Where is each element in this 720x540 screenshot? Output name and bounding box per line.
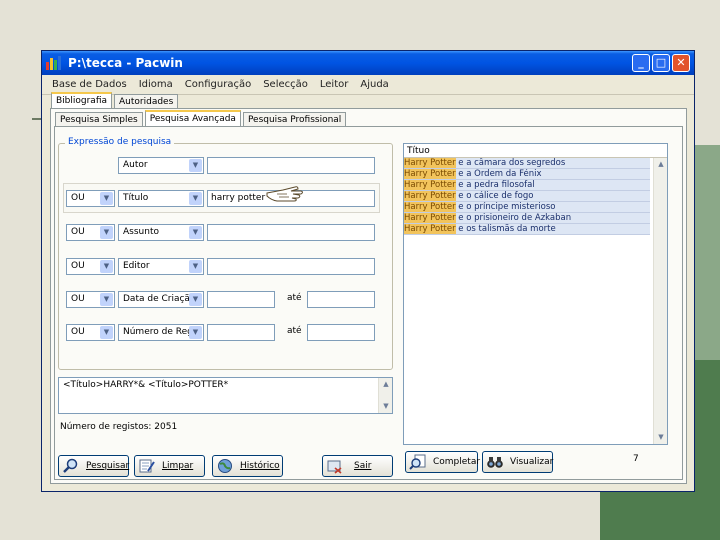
menu-leitor[interactable]: Leitor: [314, 79, 354, 90]
minimize-button[interactable]: _: [632, 54, 650, 72]
operator-select-3[interactable]: OU ▼: [66, 224, 115, 241]
menu-seleccao[interactable]: Selecção: [257, 79, 314, 90]
list-item[interactable]: Harry Potter e o cálice de fogo: [404, 191, 650, 202]
search-expression-box[interactable]: <Título>HARRY*& <Título>POTTER* ▲ ▼: [58, 377, 393, 414]
field-select-1[interactable]: Autor ▼: [118, 157, 204, 174]
list-item[interactable]: Harry Potter e o príncipe misterioso: [404, 202, 650, 213]
menu-idioma[interactable]: Idioma: [133, 79, 179, 90]
scroll-down-icon[interactable]: ▼: [654, 431, 668, 444]
field-select-5[interactable]: Data de Criação ▼: [118, 291, 204, 308]
historico-button[interactable]: Histórico: [212, 455, 283, 477]
chevron-down-icon[interactable]: ▼: [100, 293, 113, 306]
binoculars-icon: [487, 457, 503, 468]
operator-select-4[interactable]: OU ▼: [66, 258, 115, 275]
chevron-down-icon[interactable]: ▼: [100, 260, 113, 273]
operator-select-6[interactable]: OU ▼: [66, 324, 115, 341]
globe-icon: [218, 459, 232, 473]
pesquisar-button[interactable]: Pesquisar: [58, 455, 129, 477]
chevron-down-icon[interactable]: ▼: [189, 293, 202, 306]
exit-door-icon: [327, 460, 342, 474]
magnifier-icon: [63, 458, 78, 473]
value-input-4[interactable]: [207, 258, 375, 275]
chevron-down-icon[interactable]: ▼: [189, 192, 202, 205]
record-count: Número de registos: 2051: [60, 422, 178, 432]
group-legend: Expressão de pesquisa: [65, 137, 175, 147]
chevron-down-icon[interactable]: ▼: [100, 226, 113, 239]
reg-to-input[interactable]: [307, 324, 375, 341]
sair-button[interactable]: Sair: [322, 455, 393, 477]
chevron-down-icon[interactable]: ▼: [189, 226, 202, 239]
date-from-input[interactable]: [207, 291, 275, 308]
value-input-3[interactable]: [207, 224, 375, 241]
visualizar-button[interactable]: Visualizar: [482, 451, 553, 473]
list-item[interactable]: Harry Potter e os talismãs da morte: [404, 224, 650, 235]
completar-button[interactable]: Completar: [405, 451, 480, 473]
reg-from-input[interactable]: [207, 324, 275, 341]
results-scrollbar[interactable]: ▲ ▼: [653, 158, 667, 444]
scroll-up-icon[interactable]: ▲: [654, 158, 668, 171]
expression-scrollbar[interactable]: ▲ ▼: [378, 378, 392, 413]
ate-label-1: até: [287, 293, 302, 303]
results-column-header[interactable]: Títuo: [404, 144, 667, 158]
results-list[interactable]: Títuo Harry Potter e a câmara dos segred…: [403, 143, 668, 445]
list-item[interactable]: Harry Potter e a pedra filosofal: [404, 180, 650, 191]
field-select-2[interactable]: Título ▼: [118, 190, 204, 207]
window-title: P:\tecca - Pacwin: [68, 56, 183, 70]
field-select-4[interactable]: Editor ▼: [118, 258, 204, 275]
maximize-button[interactable]: □: [652, 54, 670, 72]
eraser-pen-icon: [139, 459, 155, 473]
chevron-down-icon[interactable]: ▼: [100, 192, 113, 205]
limpar-button[interactable]: Limpar: [134, 455, 205, 477]
field-select-3[interactable]: Assunto ▼: [118, 224, 204, 241]
scroll-down-icon[interactable]: ▼: [379, 400, 393, 413]
chevron-down-icon[interactable]: ▼: [189, 326, 202, 339]
search-expression-text: <Título>HARRY*& <Título>POTTER*: [63, 380, 229, 390]
magnifier-doc-icon: [409, 454, 426, 470]
operator-select-5[interactable]: OU ▼: [66, 291, 115, 308]
chevron-down-icon[interactable]: ▼: [189, 260, 202, 273]
chevron-down-icon[interactable]: ▼: [189, 159, 202, 172]
window-controls: _ □ ✕: [632, 54, 690, 72]
bar-chart-icon: [46, 56, 62, 70]
chevron-down-icon[interactable]: ▼: [100, 326, 113, 339]
page-number: 7: [633, 454, 639, 464]
value-input-1[interactable]: [207, 157, 375, 174]
field-select-6[interactable]: Número de Reg ▼: [118, 324, 204, 341]
date-to-input[interactable]: [307, 291, 375, 308]
ate-label-2: até: [287, 326, 302, 336]
menu-ajuda[interactable]: Ajuda: [354, 79, 394, 90]
list-item[interactable]: Harry Potter e a câmara dos segredos: [404, 158, 650, 169]
list-item[interactable]: Harry Potter e a Ordem da Fénix: [404, 169, 650, 180]
title-bar[interactable]: P:\tecca - Pacwin _ □ ✕: [42, 51, 694, 75]
menu-base-de-dados[interactable]: Base de Dados: [46, 79, 133, 90]
close-button[interactable]: ✕: [672, 54, 690, 72]
operator-select-2[interactable]: OU ▼: [66, 190, 115, 207]
hand-pointer-icon: [266, 186, 303, 202]
menu-configuracao[interactable]: Configuração: [179, 79, 257, 90]
list-item[interactable]: Harry Potter e o prisioneiro de Azkaban: [404, 213, 650, 224]
scroll-up-icon[interactable]: ▲: [379, 378, 393, 391]
